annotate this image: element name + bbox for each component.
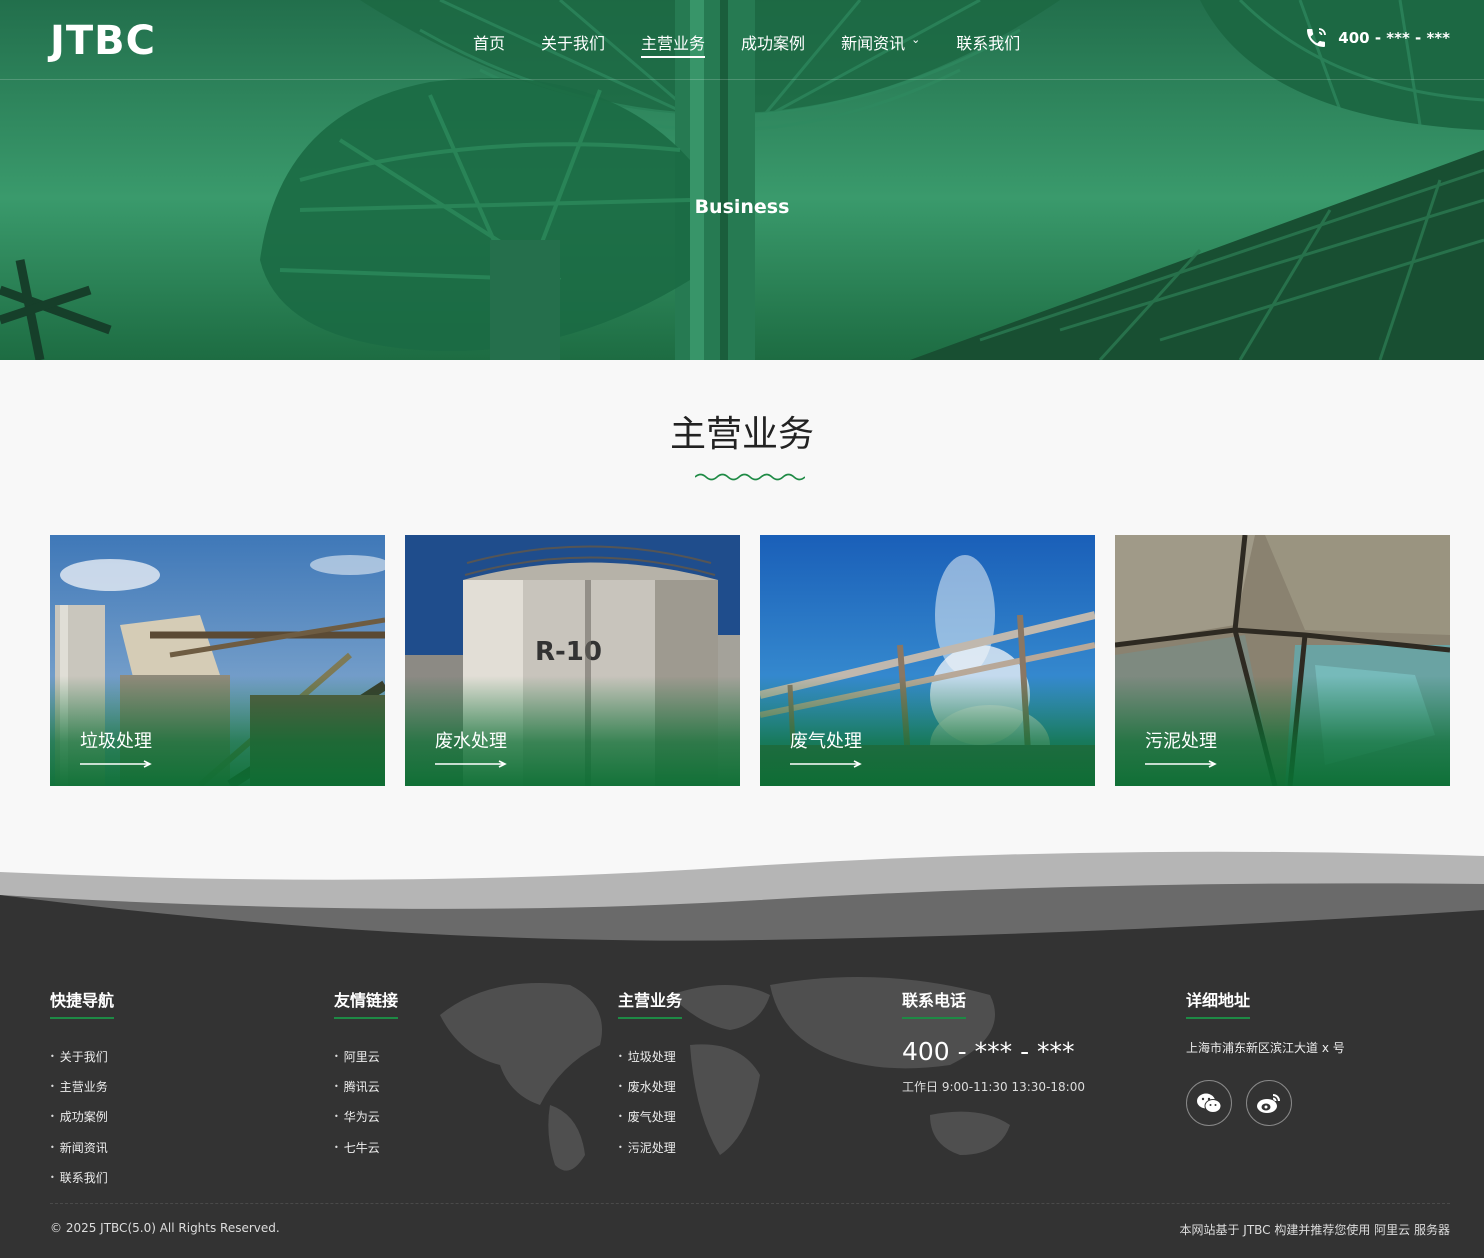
wechat-icon bbox=[1197, 1093, 1222, 1113]
footer-link[interactable]: 废气处理 bbox=[618, 1102, 682, 1132]
hero-banner: JTBC 首页 关于我们 主营业务 成功案例 新闻资讯 ⌄ 联系我们 400 - … bbox=[0, 0, 1484, 360]
arrow-right-icon bbox=[435, 760, 507, 768]
footer-link[interactable]: 主营业务 bbox=[50, 1071, 114, 1101]
nav-item-home[interactable]: 首页 bbox=[473, 30, 505, 60]
footer-col-address: 详细地址 上海市浦东新区滨江大道 x 号 bbox=[1186, 987, 1345, 1126]
top-navigation-bar: JTBC 首页 关于我们 主营业务 成功案例 新闻资讯 ⌄ 联系我们 400 - … bbox=[0, 0, 1484, 80]
footer-link[interactable]: 垃圾处理 bbox=[618, 1041, 682, 1071]
footer-link[interactable]: 腾讯云 bbox=[334, 1071, 398, 1101]
arrow-right-icon bbox=[80, 760, 152, 768]
weibo-button[interactable] bbox=[1246, 1080, 1292, 1126]
business-card-exhaust[interactable]: 废气处理 bbox=[760, 535, 1095, 786]
section-title: 主营业务 bbox=[669, 414, 814, 455]
footer-col-business: 主营业务 垃圾处理 废水处理 废气处理 污泥处理 bbox=[618, 987, 683, 1162]
weibo-icon bbox=[1257, 1094, 1280, 1113]
business-card-sludge[interactable]: 污泥处理 bbox=[1115, 535, 1450, 786]
nav-label: 成功案例 bbox=[741, 34, 806, 53]
nav-label: 联系我们 bbox=[956, 34, 1021, 53]
chevron-down-icon: ⌄ bbox=[911, 33, 921, 46]
site-logo[interactable]: JTBC bbox=[50, 18, 156, 64]
phone-icon bbox=[1307, 28, 1327, 47]
footer-col-title: 主营业务 bbox=[618, 987, 683, 1019]
footer-link[interactable]: 华为云 bbox=[334, 1102, 398, 1132]
business-card-list: 垃圾处理 R-10 废水处理 废气处理 污泥处理 bbox=[50, 535, 1450, 786]
footer-link[interactable]: 新闻资讯 bbox=[50, 1132, 114, 1162]
nav-label: 主营业务 bbox=[641, 34, 706, 53]
nav-item-news[interactable]: 新闻资讯 ⌄ bbox=[841, 30, 920, 60]
main-nav: 首页 关于我们 主营业务 成功案例 新闻资讯 ⌄ 联系我们 bbox=[473, 30, 1056, 60]
footer-phone-number[interactable]: 400 - *** - *** bbox=[902, 1037, 1085, 1066]
card-label: 污泥处理 bbox=[1145, 731, 1217, 752]
footer-address: 上海市浦东新区滨江大道 x 号 bbox=[1186, 1041, 1345, 1055]
arrow-right-icon bbox=[1145, 760, 1217, 768]
footer-link[interactable]: 关于我们 bbox=[50, 1041, 114, 1071]
footer-link[interactable]: 联系我们 bbox=[50, 1162, 114, 1192]
footer-link[interactable]: 污泥处理 bbox=[618, 1132, 682, 1162]
footer-wave-decoration bbox=[0, 851, 1484, 946]
svg-text:R-10: R-10 bbox=[535, 637, 602, 667]
header-phone[interactable]: 400 - *** - *** bbox=[1304, 26, 1450, 50]
footer-col-title: 联系电话 bbox=[902, 987, 967, 1019]
credits-text: 本网站基于 JTBC 构建并推荐您使用 阿里云 服务器 bbox=[1179, 1223, 1450, 1237]
site-footer: 快捷导航 关于我们 主营业务 成功案例 新闻资讯 联系我们 友情链接 阿里云 腾… bbox=[0, 945, 1484, 1258]
card-label: 废气处理 bbox=[790, 731, 862, 752]
footer-col-quick-nav: 快捷导航 关于我们 主营业务 成功案例 新闻资讯 联系我们 bbox=[50, 987, 115, 1192]
nav-item-contact[interactable]: 联系我们 bbox=[956, 30, 1020, 60]
work-hours: 工作日 9:00-11:30 13:30-18:00 bbox=[902, 1080, 1085, 1094]
card-label: 废水处理 bbox=[435, 731, 507, 752]
social-links bbox=[1186, 1080, 1345, 1126]
footer-link[interactable]: 阿里云 bbox=[334, 1041, 398, 1071]
copyright-text: © 2025 JTBC(5.0) All Rights Reserved. bbox=[50, 1221, 280, 1235]
footer-divider bbox=[50, 1203, 1450, 1204]
nav-label: 新闻资讯 bbox=[841, 34, 906, 53]
header-phone-number: 400 - *** - *** bbox=[1338, 29, 1450, 47]
footer-col-contact: 联系电话 400 - *** - *** 工作日 9:00-11:30 13:3… bbox=[902, 987, 1085, 1095]
business-card-garbage[interactable]: 垃圾处理 bbox=[50, 535, 385, 786]
nav-label: 首页 bbox=[473, 34, 506, 53]
footer-link[interactable]: 废水处理 bbox=[618, 1071, 682, 1101]
hero-title: Business bbox=[694, 196, 790, 218]
business-card-wastewater[interactable]: R-10 废水处理 bbox=[405, 535, 740, 786]
nav-item-about[interactable]: 关于我们 bbox=[541, 30, 605, 60]
footer-col-friend-links: 友情链接 阿里云 腾讯云 华为云 七牛云 bbox=[334, 987, 399, 1162]
title-wave-decoration bbox=[695, 473, 805, 481]
footer-col-title: 详细地址 bbox=[1186, 987, 1251, 1019]
footer-link[interactable]: 七牛云 bbox=[334, 1132, 398, 1162]
nav-label: 关于我们 bbox=[541, 34, 606, 53]
nav-item-business[interactable]: 主营业务 bbox=[641, 30, 706, 60]
card-label: 垃圾处理 bbox=[80, 731, 152, 752]
nav-item-cases[interactable]: 成功案例 bbox=[741, 30, 805, 60]
footer-link[interactable]: 成功案例 bbox=[50, 1102, 114, 1132]
wechat-button[interactable] bbox=[1186, 1080, 1232, 1126]
footer-col-title: 友情链接 bbox=[334, 987, 399, 1019]
footer-col-title: 快捷导航 bbox=[50, 987, 115, 1019]
arrow-right-icon bbox=[790, 760, 862, 768]
